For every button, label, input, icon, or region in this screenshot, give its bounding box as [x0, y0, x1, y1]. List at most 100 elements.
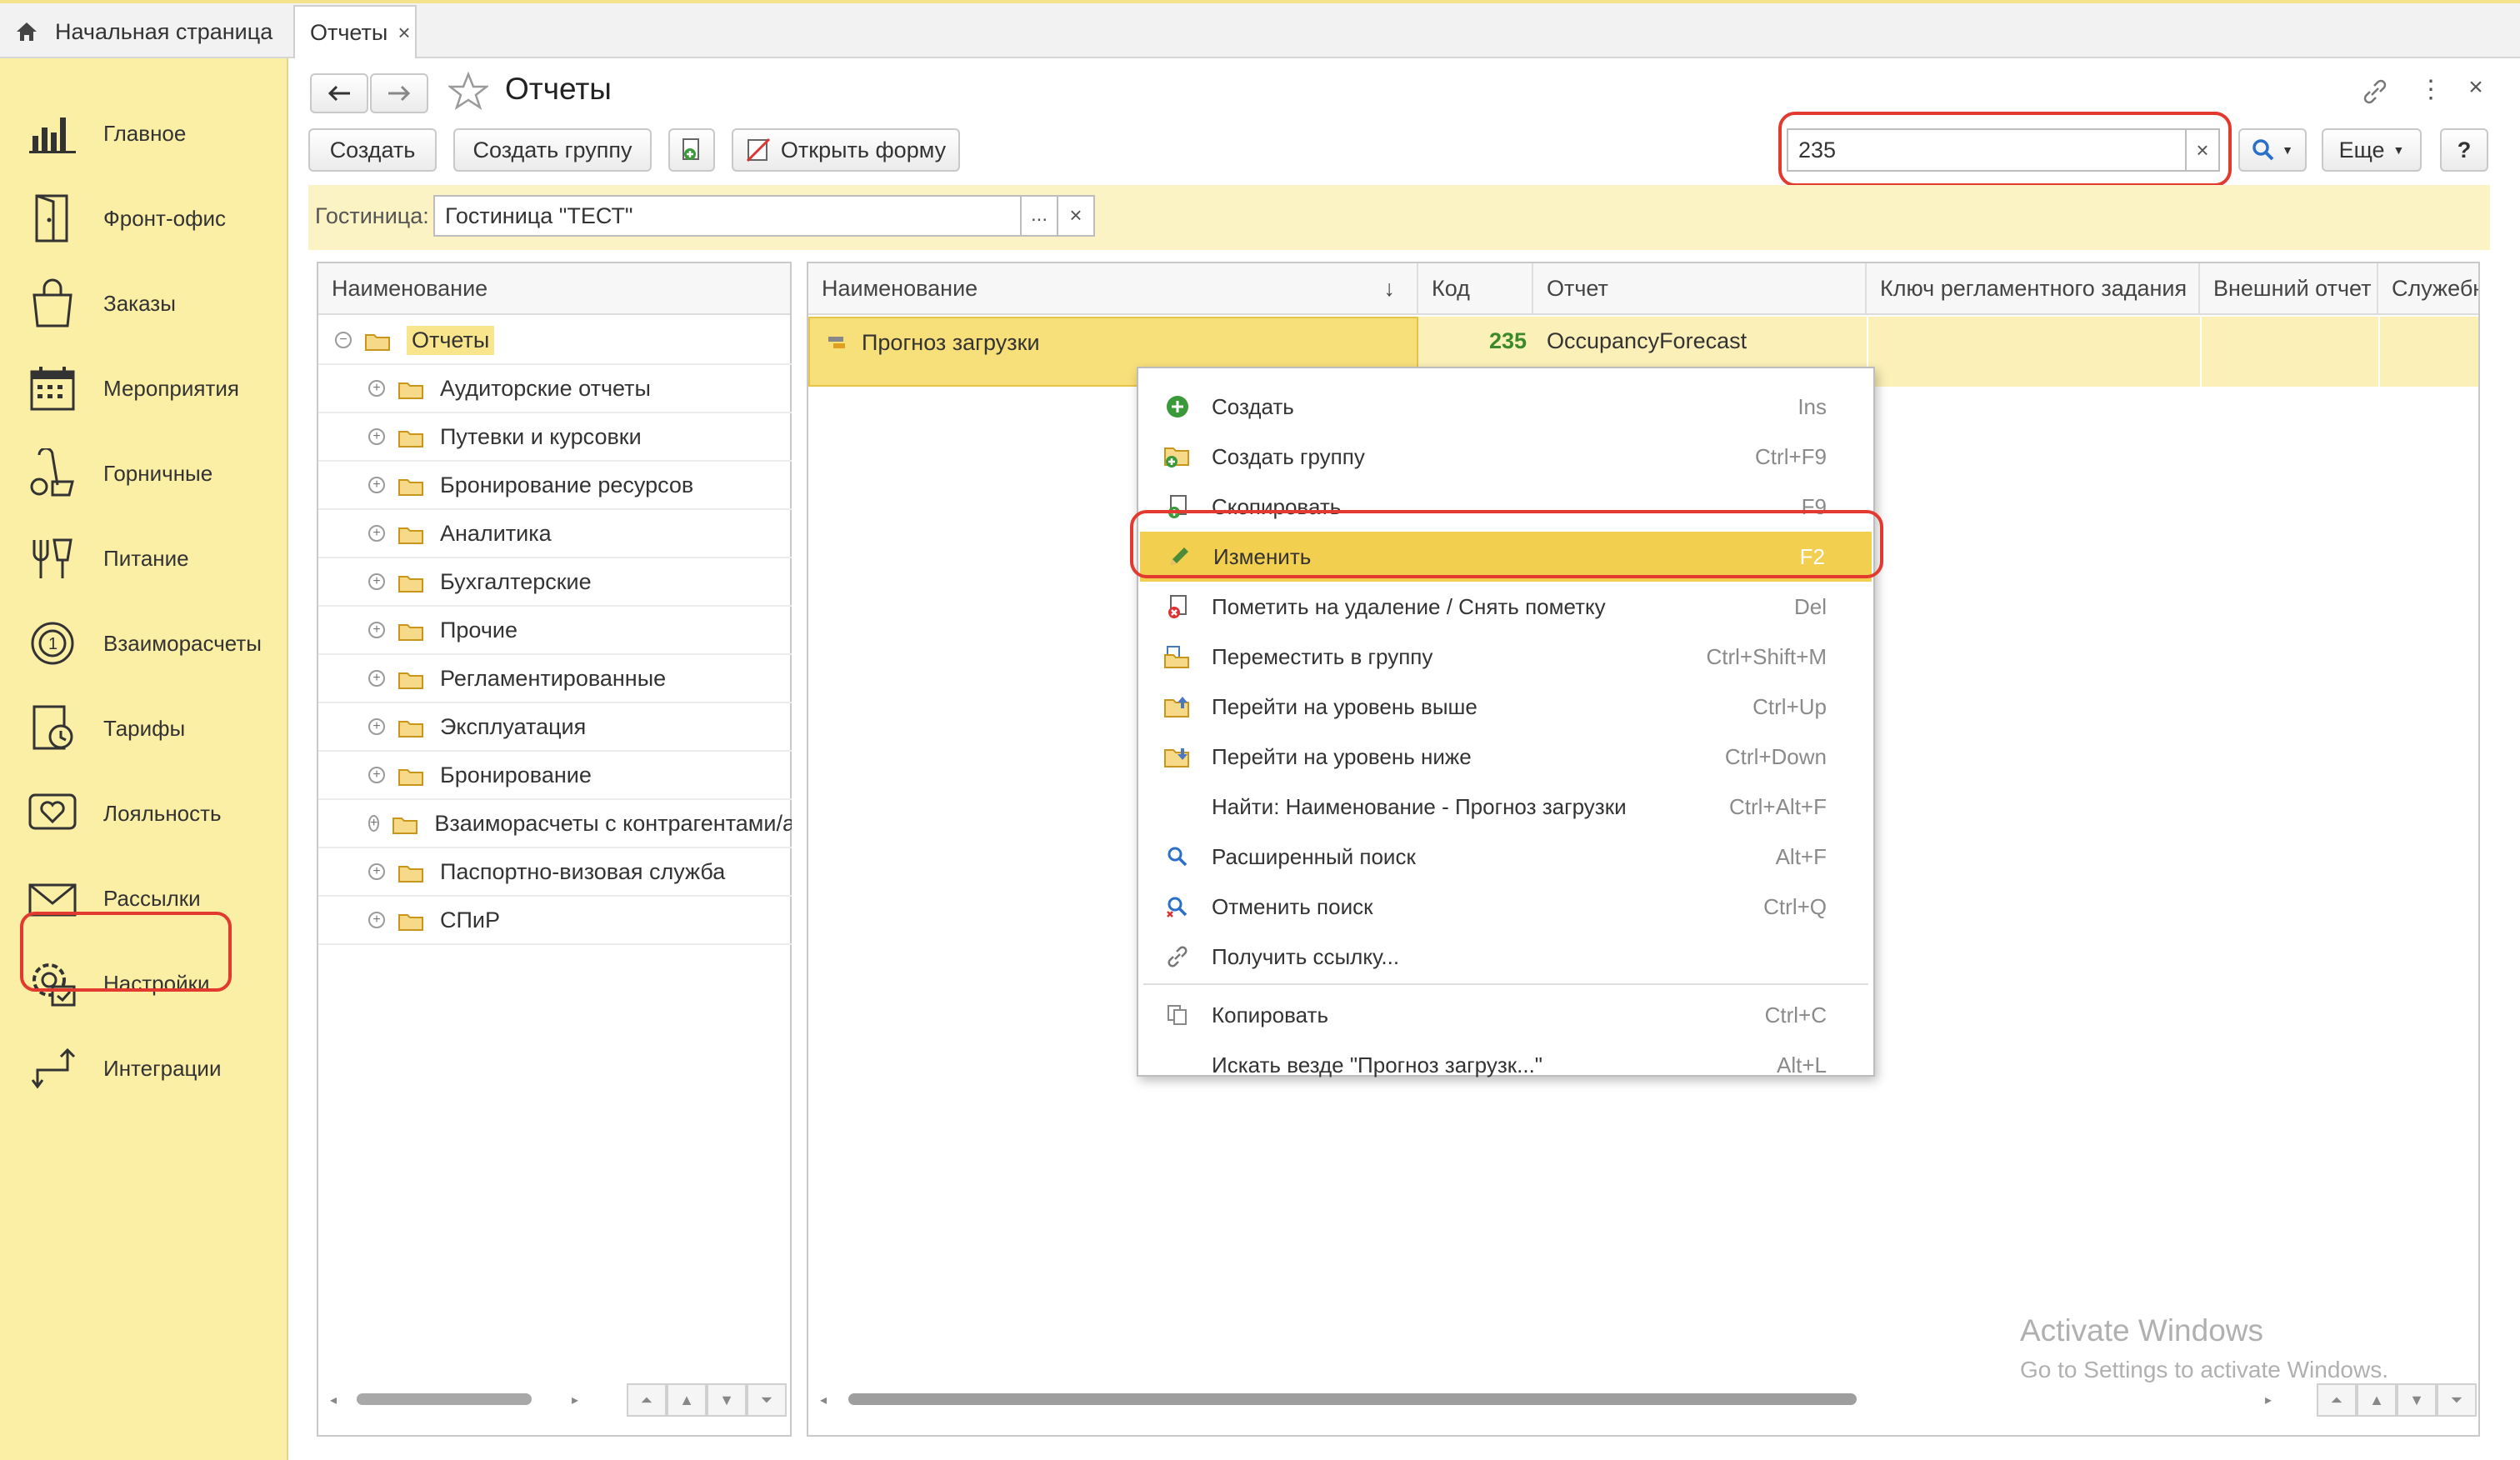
sidebar-item-food[interactable]: Питание [25, 525, 275, 592]
menu-item-create-group[interactable]: Создать группу Ctrl+F9 [1138, 432, 1873, 482]
collapse-icon[interactable]: − [335, 332, 352, 348]
close-tab-icon[interactable]: × [398, 20, 410, 46]
sidebar-item-tariffs[interactable]: Тарифы [25, 695, 275, 762]
expand-icon[interactable]: + [368, 525, 385, 542]
hotel-select-button[interactable]: ... [1022, 195, 1058, 237]
menu-item-move-to-group[interactable]: Переместить в группу Ctrl+Shift+M [1138, 632, 1873, 682]
menu-item-search-everywhere[interactable]: Искать везде "Прогноз загрузк..." Alt+L [1138, 1040, 1873, 1090]
expand-icon[interactable]: + [368, 815, 380, 832]
sidebar-item-events[interactable]: Мероприятия [25, 355, 275, 422]
tree-horizontal-scrollbar[interactable] [357, 1393, 532, 1405]
menu-item-cancel-search[interactable]: Отменить поиск Ctrl+Q [1138, 882, 1873, 932]
tree-item[interactable]: + Бухгалтерские [318, 558, 792, 607]
col-header-job-key[interactable]: Ключ регламентного задания [1867, 263, 2200, 313]
expand-icon[interactable]: + [368, 573, 385, 590]
menu-item-level-up[interactable]: Перейти на уровень выше Ctrl+Up [1138, 682, 1873, 732]
tree-item-label: СПиР [440, 907, 500, 932]
favorite-star-icon[interactable] [448, 72, 488, 110]
tree-item[interactable]: + Аудиторские отчеты [318, 365, 792, 413]
tab-reports[interactable]: Отчеты × [293, 5, 417, 58]
sidebar-item-housekeeping[interactable]: Горничные [25, 440, 275, 507]
menu-item-copy[interactable]: Копировать Ctrl+C [1138, 990, 1873, 1040]
scroll-down-button[interactable]: ▼ [2397, 1383, 2437, 1417]
close-form-icon[interactable]: × [2462, 73, 2490, 107]
open-form-button[interactable]: Открыть форму [732, 128, 960, 172]
more-button[interactable]: Еще ▼ [2322, 128, 2422, 172]
scroll-bottom-button[interactable]: ⏷ [747, 1383, 787, 1417]
expand-icon[interactable]: + [368, 912, 385, 928]
search-input[interactable]: 235 [1787, 128, 2187, 172]
create-button[interactable]: Создать [308, 128, 437, 172]
more-actions-icon[interactable]: ⋮ [2418, 75, 2443, 108]
tree-item[interactable]: + Паспортно-визовая служба [318, 848, 792, 897]
hotel-clear-button[interactable]: × [1058, 195, 1095, 237]
forward-button[interactable] [370, 73, 428, 113]
scroll-up-button[interactable]: ▲ [2357, 1383, 2397, 1417]
copy-button[interactable] [668, 128, 715, 172]
sidebar-item-integrations[interactable]: Интеграции [25, 1035, 275, 1102]
menu-item-get-link[interactable]: Получить ссылку... [1138, 932, 1873, 982]
tree-item[interactable]: + Бронирование ресурсов [318, 462, 792, 510]
link-icon[interactable] [2360, 77, 2390, 107]
scroll-right-icon[interactable]: ▸ [2265, 1392, 2272, 1408]
expand-icon[interactable]: + [368, 718, 385, 735]
menu-item-level-down[interactable]: Перейти на уровень ниже Ctrl+Down [1138, 732, 1873, 782]
tree-item[interactable]: + СПиР [318, 897, 792, 945]
menu-item-label: Создать группу [1212, 443, 1365, 469]
expand-icon[interactable]: + [368, 622, 385, 638]
expand-icon[interactable]: + [368, 477, 385, 493]
scroll-down-button[interactable]: ▼ [707, 1383, 747, 1417]
expand-icon[interactable]: + [368, 863, 385, 880]
tree-item[interactable]: + Регламентированные [318, 655, 792, 703]
menu-item-find[interactable]: Найти: Наименование - Прогноз загрузки Ct… [1138, 782, 1873, 832]
expand-icon[interactable]: + [368, 767, 385, 783]
help-button[interactable]: ? [2440, 128, 2488, 172]
scroll-bottom-button[interactable]: ⏷ [2437, 1383, 2477, 1417]
col-header-name[interactable]: Наименование ↓ [808, 263, 1418, 313]
tree-column-header[interactable]: Наименование [318, 263, 790, 313]
sidebar-item-orders[interactable]: Заказы [25, 270, 275, 337]
sidebar-item-loyalty[interactable]: Лояльность [25, 780, 275, 847]
tree-item[interactable]: + Бронирование [318, 752, 792, 800]
hotel-filter-field[interactable]: Гостиница "ТЕСТ" [433, 195, 1022, 237]
expand-icon[interactable]: + [368, 670, 385, 687]
filter-bar: Гостиница: Гостиница "ТЕСТ" ... × [308, 185, 2490, 250]
expand-icon[interactable]: + [368, 380, 385, 397]
sidebar-item-label: Взаиморасчеты [103, 630, 262, 656]
tree-item[interactable]: + Взаиморасчеты с контрагентами/агентами [318, 800, 792, 848]
col-header-report[interactable]: Отчет [1533, 263, 1867, 313]
create-group-button[interactable]: Создать группу [453, 128, 652, 172]
menu-item-shortcut: Ctrl+C [1764, 1002, 1827, 1028]
scroll-up-button[interactable]: ▲ [667, 1383, 707, 1417]
search-button[interactable]: ▼ [2238, 128, 2307, 172]
menu-item-mark-delete[interactable]: Пометить на удаление / Снять пометку Del [1138, 582, 1873, 632]
scroll-top-button[interactable]: ⏶ [627, 1383, 667, 1417]
scroll-left-icon[interactable]: ◂ [330, 1392, 337, 1408]
list-horizontal-scrollbar[interactable] [848, 1393, 1857, 1405]
sidebar-item-main[interactable]: Главное [25, 100, 275, 167]
tree-root-row[interactable]: − Отчеты [318, 317, 792, 365]
tree-item[interactable]: + Эксплуатация [318, 703, 792, 752]
menu-item-label: Пометить на удаление / Снять пометку [1212, 593, 1606, 619]
folder-icon [398, 911, 423, 931]
home-tab[interactable]: Начальная страница [0, 5, 290, 58]
back-button[interactable] [310, 73, 368, 113]
scroll-right-icon[interactable]: ▸ [572, 1392, 578, 1408]
expand-icon[interactable]: + [368, 428, 385, 445]
sidebar-item-label: Питание [103, 545, 189, 571]
add-icon [1163, 392, 1192, 421]
col-header-service[interactable]: Служебный [2378, 263, 2478, 313]
tree-item[interactable]: + Путевки и курсовки [318, 413, 792, 462]
tree-item[interactable]: + Прочие [318, 607, 792, 655]
arrow-left-icon [328, 85, 350, 102]
col-header-code[interactable]: Код [1418, 263, 1533, 313]
col-header-external[interactable]: Внешний отчет [2200, 263, 2378, 313]
menu-item-advanced-search[interactable]: Расширенный поиск Alt+F [1138, 832, 1873, 882]
search-clear-button[interactable]: × [2187, 128, 2220, 172]
tree-item[interactable]: + Аналитика [318, 510, 792, 558]
scroll-left-icon[interactable]: ◂ [820, 1392, 827, 1408]
menu-item-create[interactable]: Создать Ins [1138, 382, 1873, 432]
sidebar-item-front-office[interactable]: Фронт-офис [25, 185, 275, 252]
scroll-top-button[interactable]: ⏶ [2317, 1383, 2357, 1417]
sidebar-item-settlements[interactable]: 1 Взаиморасчеты [25, 610, 275, 677]
